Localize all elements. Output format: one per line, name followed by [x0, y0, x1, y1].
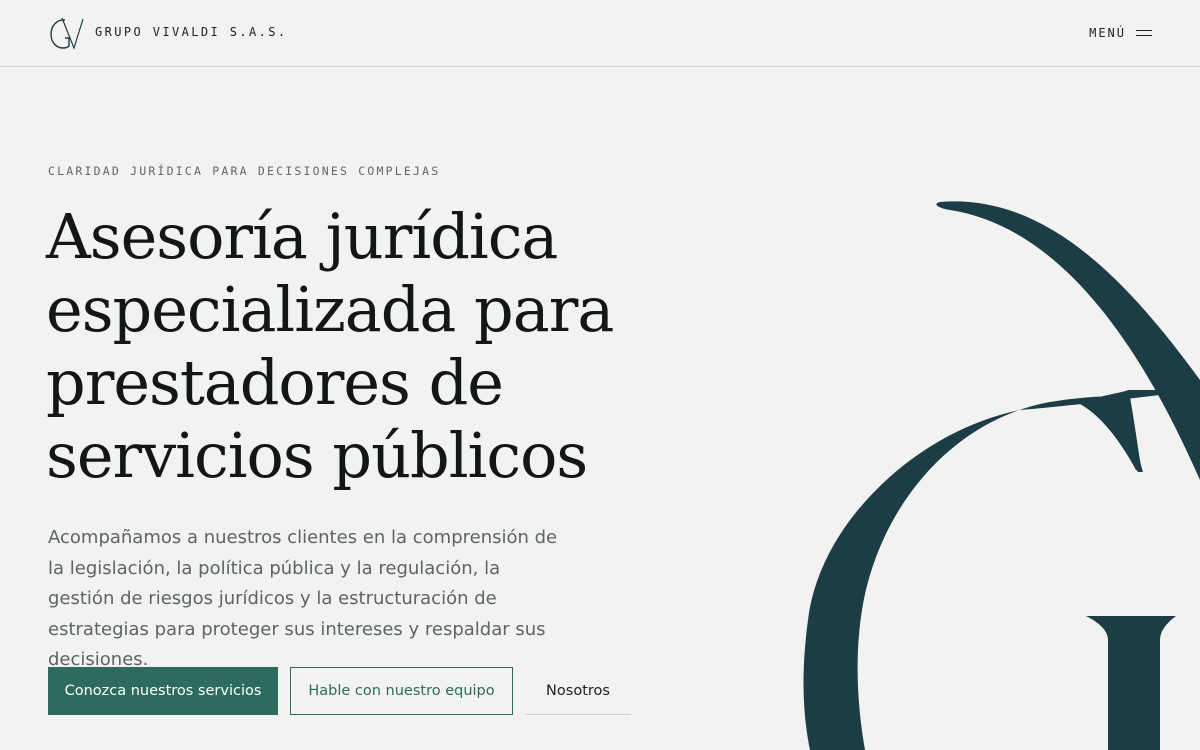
g-letter-decorative-icon [803, 201, 1200, 750]
hero-eyebrow: CLARIDAD JURÍDICA PARA DECISIONES COMPLE… [48, 164, 441, 178]
hero-headline: Asesoría jurídica especializada para pre… [46, 200, 746, 492]
headline-line: Asesoría jurídica [46, 200, 558, 273]
contact-team-button[interactable]: Hable con nuestro equipo [290, 667, 513, 715]
brand-name[interactable]: GRUPO VIVALDI S.A.S. [95, 25, 288, 39]
headline-line: servicios públicos [46, 419, 588, 492]
headline-line: prestadores de [46, 346, 504, 419]
headline-line: especializada para [46, 273, 614, 346]
menu-button[interactable]: MENÚ [1089, 26, 1152, 40]
gv-monogram-icon[interactable] [48, 15, 84, 51]
site-header: GRUPO VIVALDI S.A.S. MENÚ [0, 0, 1200, 67]
hero-lead: Acompañamos a nuestros clientes en la co… [48, 527, 558, 670]
menu-label: MENÚ [1089, 26, 1126, 40]
services-button[interactable]: Conozca nuestros servicios [48, 667, 278, 715]
hamburger-icon [1136, 29, 1152, 37]
about-us-link[interactable]: Nosotros [525, 667, 631, 715]
